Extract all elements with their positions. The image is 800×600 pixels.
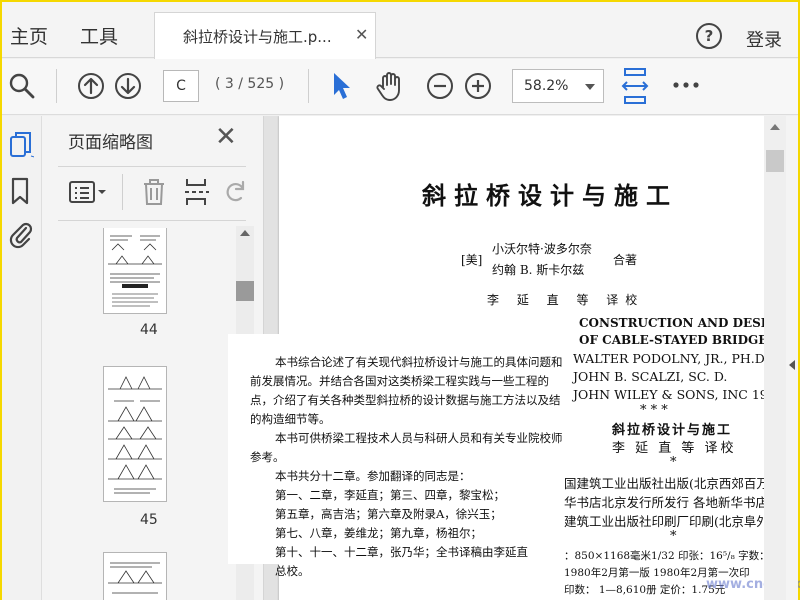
toolbar: C ( 3 / 525 ) 58.2% bbox=[2, 59, 798, 163]
description-excerpt: 本书综合论述了有关现代斜拉桥设计与施工的具体问题和 前发展情况。并结合各国对这类… bbox=[228, 334, 565, 578]
zoom-select[interactable]: 58.2% bbox=[512, 69, 604, 103]
top-bar: 主页 工具 斜拉桥设计与施工.p... ✕ ? 登录 bbox=[2, 2, 798, 59]
left-navigation-rail bbox=[2, 116, 42, 600]
help-icon[interactable]: ? bbox=[696, 23, 722, 49]
separator-stars: * * * bbox=[640, 403, 668, 418]
page-thumbnail[interactable] bbox=[103, 552, 167, 600]
description-line: 本书综合论述了有关现代斜拉桥设计与施工的具体问题和 bbox=[275, 355, 563, 369]
panel-separator bbox=[122, 174, 123, 210]
description-line: 前发展情况。并结合各国对这类桥梁工程实践与一些工程的 bbox=[250, 374, 549, 388]
zoom-out-icon[interactable] bbox=[425, 71, 455, 101]
page-thumbnail[interactable] bbox=[103, 228, 167, 314]
description-line: 第十、十一、十二章，张乃华；全书译稿由李延直 bbox=[275, 545, 528, 559]
page-thumbnails-icon[interactable] bbox=[8, 130, 39, 164]
thumbnail-options-icon[interactable] bbox=[68, 176, 108, 212]
toolbar-separator bbox=[308, 69, 309, 103]
english-author-line: WALTER PODOLNY, JR., PH.D. bbox=[573, 351, 769, 366]
description-line: 总校。 bbox=[275, 564, 310, 578]
chevron-down-icon bbox=[585, 84, 595, 90]
fit-width-icon[interactable] bbox=[620, 67, 650, 107]
zoom-value: 58.2% bbox=[524, 78, 569, 94]
cn-title-small: 斜拉桥设计与施工 bbox=[612, 423, 733, 438]
print-info-line: ：850×1168毫米1/32 印张：16⁵/₈ 字数：4 bbox=[564, 550, 777, 562]
panel-divider bbox=[58, 166, 246, 167]
publisher-line: 建筑工业出版社印刷厂印刷(北京阜外南 bbox=[564, 514, 782, 529]
description-line: 本书共分十二章。参加翻译的同志是： bbox=[275, 469, 471, 483]
home-menu[interactable]: 主页 bbox=[10, 22, 48, 49]
translator-line: 李 延 直 等 译校 bbox=[487, 293, 645, 307]
scroll-up-icon[interactable] bbox=[770, 124, 780, 130]
next-page-icon[interactable] bbox=[113, 71, 143, 101]
description-line: 第七、八章，姜维龙；第九章，杨祖尔； bbox=[275, 526, 482, 540]
page-number-input[interactable]: C bbox=[163, 70, 199, 102]
panel-title: 页面缩略图 bbox=[68, 133, 153, 153]
extract-pages-icon[interactable] bbox=[182, 176, 212, 212]
description-line: 第一、二章，李延直；第三、四章，黎宝松； bbox=[275, 488, 505, 502]
authors-suffix: 合著 bbox=[613, 253, 638, 267]
bookmark-icon[interactable] bbox=[8, 176, 32, 210]
rotate-icon[interactable] bbox=[222, 176, 248, 212]
chevron-left-icon bbox=[789, 360, 795, 370]
author-1: 小沃尔特·波多尔奈 bbox=[492, 242, 592, 256]
page-thumbnail[interactable] bbox=[103, 366, 167, 502]
english-title-line: OF CABLE-STAYED BRIDGES bbox=[579, 333, 777, 347]
attachment-icon[interactable] bbox=[8, 219, 34, 253]
document-title: 斜拉桥设计与施工 bbox=[422, 181, 678, 210]
tools-menu[interactable]: 工具 bbox=[80, 22, 118, 49]
document-tab[interactable]: 斜拉桥设计与施工.p... ✕ bbox=[154, 12, 376, 59]
english-title-line: CONSTRUCTION AND DESIGN bbox=[579, 316, 788, 330]
toolbar-separator bbox=[56, 69, 57, 103]
separator-stars: * bbox=[670, 455, 677, 470]
description-line: 的构造细节等。 bbox=[250, 412, 331, 426]
trash-icon[interactable] bbox=[140, 176, 168, 212]
zoom-in-icon[interactable] bbox=[463, 71, 493, 101]
author-2: 约翰 B. 斯卡尔兹 bbox=[492, 263, 585, 277]
search-icon[interactable] bbox=[8, 72, 36, 100]
close-icon[interactable]: ✕ bbox=[355, 25, 368, 44]
previous-page-icon[interactable] bbox=[76, 71, 106, 101]
scroll-up-icon[interactable] bbox=[240, 230, 250, 236]
description-line: 点，介绍了有关各种类型斜拉桥的设计数据与施工方法以及结 bbox=[250, 393, 561, 407]
copyright-excerpt: CONSTRUCTION AND DESIGN OF CABLE-STAYED … bbox=[562, 311, 788, 600]
close-icon[interactable]: ✕ bbox=[215, 124, 237, 150]
description-line: 本书可供桥梁工程技术人员与科研人员和有关专业院校师 bbox=[275, 431, 563, 445]
publisher-line: 华书店北京发行所发行 各地新华书店 bbox=[564, 495, 768, 510]
cn-translator-small: 李 延 直 等 译校 bbox=[612, 441, 737, 456]
print-info-line: 印数： 1—8,610册 定价：1.75元 bbox=[564, 584, 726, 596]
right-pane-toggle[interactable] bbox=[786, 116, 798, 600]
page-count: ( 3 / 525 ) bbox=[215, 76, 285, 92]
description-line: 第五章，高吉浩；第六章及附录A，徐兴玉； bbox=[275, 507, 502, 521]
description-line: 参考。 bbox=[250, 450, 285, 464]
separator-stars: * bbox=[670, 529, 677, 544]
english-publisher-line: JOHN WILEY & SONS, INC 1976 bbox=[573, 387, 784, 402]
more-options-icon[interactable] bbox=[672, 79, 700, 91]
select-cursor-icon[interactable] bbox=[330, 71, 352, 101]
hand-tool-icon[interactable] bbox=[374, 70, 406, 102]
thumbnail-label: 44 bbox=[140, 322, 158, 338]
login-button[interactable]: 登录 bbox=[746, 26, 782, 52]
scrollbar-thumb[interactable] bbox=[236, 281, 254, 301]
thumbnail-label: 45 bbox=[140, 512, 158, 528]
panel-divider bbox=[58, 220, 246, 221]
scrollbar-thumb[interactable] bbox=[766, 150, 784, 172]
document-scrollbar[interactable] bbox=[764, 116, 786, 600]
publisher-line: 国建筑工业出版社出版(北京西郊百万 bbox=[564, 476, 769, 491]
english-author-line: JOHN B. SCALZI, SC. D. bbox=[573, 369, 728, 384]
authors-prefix: [美] bbox=[461, 253, 483, 267]
document-tab-label: 斜拉桥设计与施工.p... bbox=[183, 28, 332, 46]
